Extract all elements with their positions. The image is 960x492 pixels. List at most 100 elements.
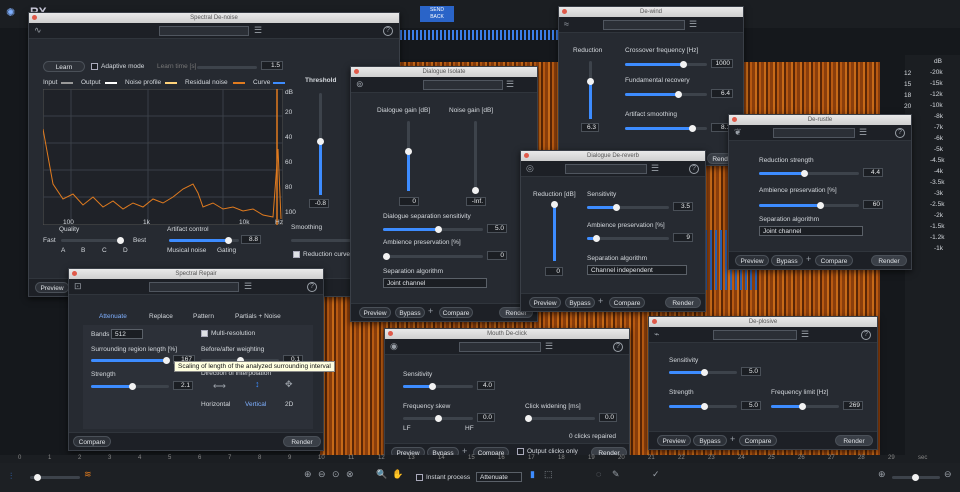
- plus-icon[interactable]: +: [598, 296, 603, 306]
- noise-profile-graph[interactable]: [43, 89, 283, 225]
- send-back-button[interactable]: SEND BACK: [420, 6, 454, 22]
- strength-value[interactable]: 2.1: [173, 381, 193, 390]
- strength-value[interactable]: 5.0: [741, 401, 761, 410]
- dir-vertical-label[interactable]: Vertical: [245, 401, 266, 408]
- preset-select[interactable]: [773, 128, 855, 138]
- ambience-slider[interactable]: [587, 235, 669, 242]
- zoom-selection-icon[interactable]: ⊙: [332, 469, 340, 480]
- close-icon[interactable]: [562, 9, 567, 14]
- time-select-icon[interactable]: ▮: [530, 469, 535, 480]
- help-icon[interactable]: ?: [895, 128, 905, 138]
- crossover-value[interactable]: 1000: [711, 59, 733, 68]
- reduction-curve-checkbox[interactable]: [293, 251, 300, 258]
- close-icon[interactable]: [388, 331, 393, 336]
- render-button[interactable]: Render: [835, 435, 873, 446]
- compare-button[interactable]: Compare: [739, 435, 777, 446]
- crossover-slider[interactable]: [625, 61, 707, 68]
- compare-button[interactable]: Compare: [73, 436, 111, 447]
- help-icon[interactable]: ?: [613, 342, 623, 352]
- reduction-strength-slider[interactable]: [759, 170, 859, 177]
- frequency-limit-value[interactable]: 269: [843, 401, 863, 410]
- adaptive-mode-checkbox[interactable]: [91, 63, 98, 70]
- separation-algorithm-select[interactable]: Joint channel: [383, 278, 487, 288]
- dialogue-gain-slider[interactable]: [405, 121, 412, 191]
- close-icon[interactable]: [652, 319, 657, 324]
- plus-icon[interactable]: +: [730, 434, 735, 444]
- window-titlebar[interactable]: Dialogue Isolate: [351, 67, 537, 77]
- render-button[interactable]: Render: [665, 297, 701, 308]
- dialogue-gain-value[interactable]: 0: [399, 197, 419, 206]
- separation-algorithm-select[interactable]: Joint channel: [759, 226, 863, 236]
- plus-icon[interactable]: +: [806, 254, 811, 264]
- opacity-slider[interactable]: [30, 474, 80, 481]
- threshold-slider[interactable]: [317, 93, 324, 195]
- reduction-value[interactable]: 6.3: [581, 123, 599, 132]
- lasso-icon[interactable]: ◌: [596, 469, 601, 479]
- checkmark-icon[interactable]: ✓: [652, 469, 660, 480]
- surrounding-region-slider[interactable]: [91, 357, 170, 364]
- menu-icon[interactable]: ☰: [859, 127, 867, 138]
- window-titlebar[interactable]: Spectral De-noise: [29, 13, 399, 23]
- tab-partials-noise[interactable]: Partials + Noise: [235, 313, 281, 320]
- menu-icon[interactable]: ☰: [545, 341, 553, 352]
- window-titlebar[interactable]: De-rustle: [729, 115, 911, 125]
- tab-pattern[interactable]: Pattern: [193, 313, 214, 320]
- zoom-out-icon[interactable]: ⊖: [318, 469, 326, 480]
- learn-time-value[interactable]: 1.5: [261, 61, 283, 70]
- noise-gain-slider[interactable]: [472, 121, 479, 194]
- preset-select[interactable]: [713, 330, 797, 340]
- ambience-value[interactable]: 9: [673, 233, 693, 242]
- sensitivity-slider[interactable]: [669, 369, 737, 376]
- freq-select-icon[interactable]: ⬚: [544, 469, 553, 480]
- strength-slider[interactable]: [669, 403, 737, 410]
- separation-sensitivity-value[interactable]: 5.0: [487, 224, 507, 233]
- render-button[interactable]: Render: [871, 255, 907, 266]
- preset-select[interactable]: [423, 80, 503, 90]
- fundamental-value[interactable]: 6.4: [711, 89, 733, 98]
- ambience-value[interactable]: 0: [487, 251, 507, 260]
- strength-slider[interactable]: [91, 383, 169, 390]
- ambience-slider[interactable]: [383, 253, 483, 260]
- preview-button[interactable]: Preview: [657, 435, 691, 446]
- bypass-button[interactable]: Bypass: [693, 435, 727, 446]
- close-icon[interactable]: [732, 117, 737, 122]
- magnify-icon[interactable]: 🔍: [376, 469, 387, 480]
- window-titlebar[interactable]: Spectral Repair: [69, 269, 323, 279]
- frequency-skew-value[interactable]: 0.0: [477, 413, 495, 422]
- click-widening-slider[interactable]: [525, 415, 595, 422]
- preset-select[interactable]: [149, 282, 239, 292]
- hand-icon[interactable]: ✋: [392, 469, 403, 480]
- artifact-smoothing-slider[interactable]: [625, 125, 707, 132]
- separation-sensitivity-slider[interactable]: [383, 226, 483, 233]
- preset-select[interactable]: [459, 342, 541, 352]
- output-clicks-only-checkbox[interactable]: [517, 448, 524, 455]
- threshold-value[interactable]: -0.8: [309, 199, 329, 208]
- horizontal-icon[interactable]: ⟷: [213, 381, 226, 392]
- ambience-slider[interactable]: [759, 202, 859, 209]
- reduction-slider[interactable]: [587, 61, 594, 119]
- window-titlebar[interactable]: Mouth De-click: [385, 329, 629, 339]
- click-widening-value[interactable]: 0.0: [599, 413, 617, 422]
- timeline-ruler[interactable]: 0 1 2 3 4 5 6 7 8 9 10 11 12 13 14 15 16 17 18 19 20 21 22 23 24…: [0, 455, 960, 463]
- preset-select[interactable]: [565, 164, 647, 174]
- noise-gain-value[interactable]: -Inf.: [466, 197, 486, 206]
- frequency-skew-slider[interactable]: [403, 415, 473, 422]
- tab-attenuate[interactable]: Attenuate: [99, 313, 127, 320]
- help-icon[interactable]: ?: [861, 330, 871, 340]
- menu-icon[interactable]: ☰: [651, 163, 659, 174]
- fundamental-slider[interactable]: [625, 91, 707, 98]
- bands-select[interactable]: 512: [111, 329, 143, 339]
- preset-select[interactable]: [603, 20, 685, 30]
- frequency-limit-slider[interactable]: [771, 403, 839, 410]
- zoom-in-right-icon[interactable]: ⊕: [878, 469, 886, 480]
- ambience-value[interactable]: 60: [863, 200, 883, 209]
- bypass-button[interactable]: Bypass: [771, 255, 803, 266]
- zoom-slider[interactable]: [892, 474, 940, 481]
- instant-process-checkbox[interactable]: [416, 474, 423, 481]
- close-icon[interactable]: [524, 153, 529, 158]
- brush-icon[interactable]: ✎: [612, 469, 620, 480]
- window-titlebar[interactable]: Dialogue De-reverb: [521, 151, 705, 161]
- sensitivity-value[interactable]: 5.0: [741, 367, 761, 376]
- menu-icon[interactable]: ☰: [689, 19, 697, 30]
- vertical-icon[interactable]: ↕: [255, 379, 260, 389]
